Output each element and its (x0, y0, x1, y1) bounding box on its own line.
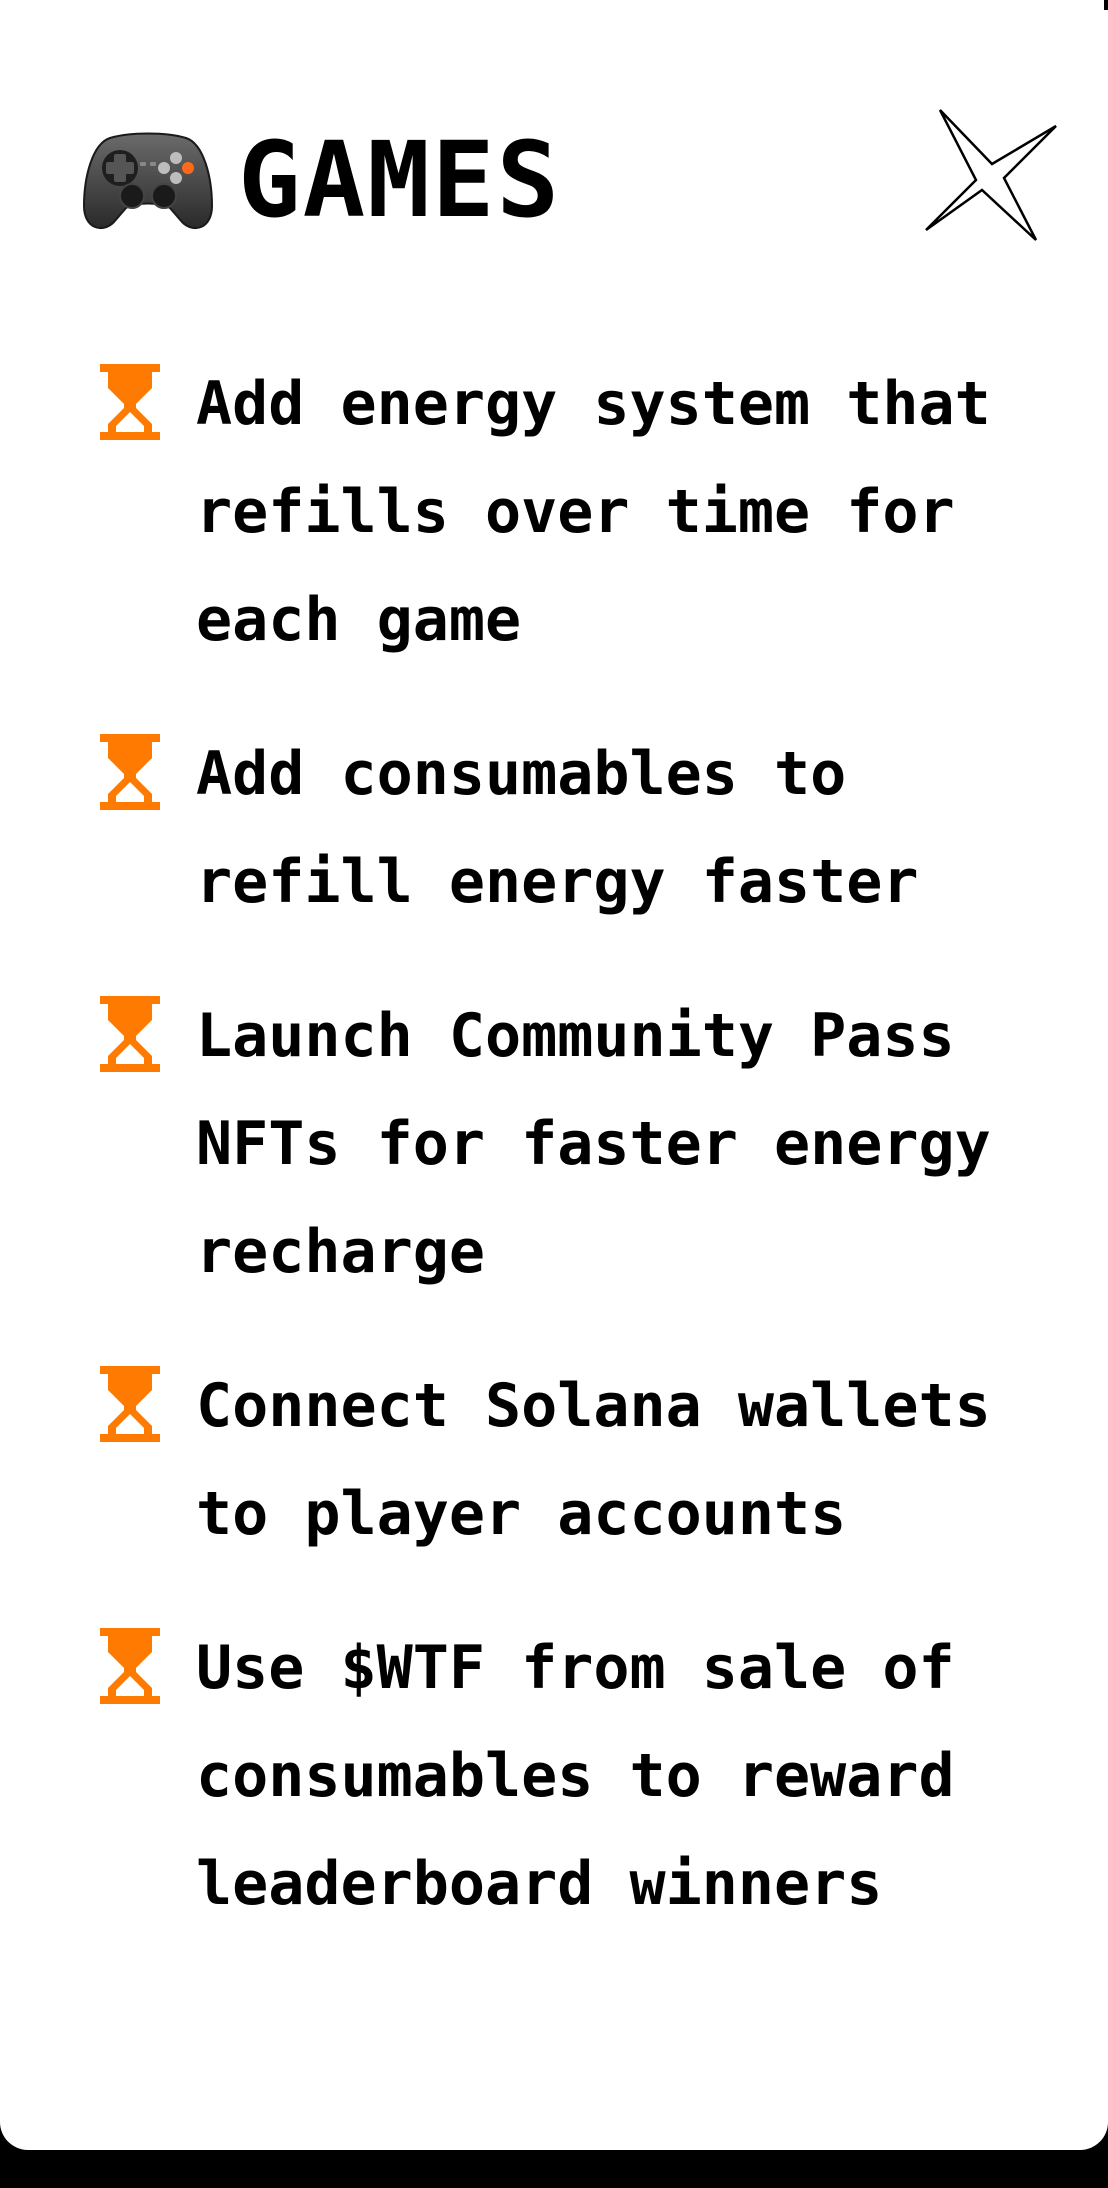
roadmap-list: Add energy system that refills over time… (96, 350, 1056, 1984)
list-item: Connect Solana wallets to player account… (96, 1352, 1056, 1568)
list-item-text: Connect Solana wallets to player account… (196, 1371, 991, 1549)
list-item: Add consumables to refill energy faster (96, 720, 1056, 936)
hourglass-icon (100, 1366, 160, 1442)
list-item: Use $WTF from sale of consumables to rew… (96, 1614, 1056, 1938)
list-item-text: Add consumables to refill energy faster (196, 739, 919, 917)
hourglass-icon (100, 364, 160, 440)
list-item-text: Launch Community Pass NFTs for faster en… (196, 1001, 991, 1287)
hourglass-icon (100, 996, 160, 1072)
hourglass-icon (100, 1628, 160, 1704)
list-item: Launch Community Pass NFTs for faster en… (96, 982, 1056, 1306)
page-title: GAMES (238, 119, 562, 241)
top-edge-mark (1104, 0, 1108, 10)
list-item-text: Use $WTF from sale of consumables to rew… (196, 1633, 955, 1919)
hourglass-icon (100, 734, 160, 810)
list-item: Add energy system that refills over time… (96, 350, 1056, 674)
gamepad-icon (82, 132, 214, 230)
sparkle-close-icon[interactable] (920, 100, 1060, 245)
list-item-text: Add energy system that refills over time… (196, 369, 991, 655)
roadmap-card: GAMES Add energy system that refills ove… (0, 0, 1108, 2150)
card-header: GAMES (82, 120, 561, 240)
